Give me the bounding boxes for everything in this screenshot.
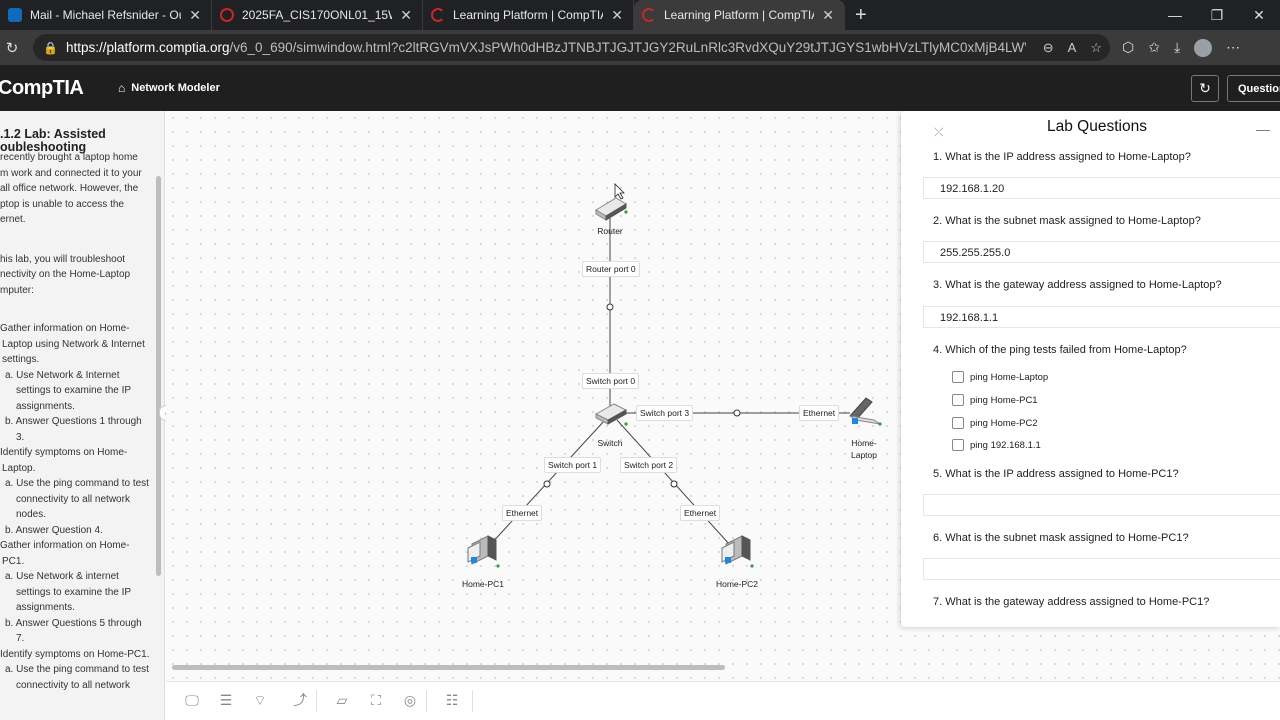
minimize-panel-icon[interactable]: — [1256,121,1270,137]
checkbox[interactable] [952,439,964,451]
answer-1-input[interactable]: 192.168.1.20 [923,177,1280,199]
switch-label: Switch [597,438,623,448]
laptop-label-line: Home- [851,438,877,448]
canvas-horizontal-scrollbar[interactable] [172,665,725,670]
answer-3-input[interactable]: 192.168.1.1 [923,306,1280,328]
question-3: 3. What is the gateway address assigned … [933,279,1222,291]
pc2-label: Home-PC2 [715,579,759,589]
note-tool-icon[interactable]: ▱ [332,690,352,710]
checkbox[interactable] [952,371,964,383]
q4-option-3[interactable]: ping Home-PC2 [952,417,1038,429]
router-icon[interactable] [595,197,628,221]
link-midpoint-handle[interactable] [543,480,551,488]
router-port-label: Router port 0 [582,261,640,277]
laptop-label-line: Laptop [851,450,877,460]
q4-option-1[interactable]: ping Home-Laptop [952,371,1048,383]
answer-2-input[interactable]: 255.255.255.0 [923,241,1280,263]
question-6: 6. What is the subnet mask assigned to H… [933,532,1189,544]
laptop-icon[interactable] [849,397,882,426]
switch-icon[interactable] [594,403,628,426]
pc1-label: Home-PC1 [461,579,505,589]
lab-questions-title: Lab Questions [1047,118,1147,135]
switch-port-3-label: Switch port 3 [636,405,694,421]
question-4: 4. Which of the ping tests failed from H… [933,344,1187,356]
q4-option-2[interactable]: ping Home-PC1 [952,394,1038,406]
canvas-toolbar: 🖵 ☰ ⌔ ⤴ ▱ ⛶ ◎ ☷ [166,681,1280,720]
pc2-ethernet-label: Ethernet [680,505,721,521]
switch-port-0-label: Switch port 0 [582,373,640,389]
add-server-icon[interactable]: ☰ [216,690,236,710]
router-label: Router [597,226,623,236]
question-7: 7. What is the gateway address assigned … [933,596,1210,608]
link-midpoint-handle[interactable] [606,303,614,311]
pc1-icon[interactable] [467,535,500,568]
collapse-icon[interactable]: ⤫ [934,125,944,140]
list-tool-icon[interactable]: ☷ [442,690,462,710]
add-computer-icon[interactable]: 🖵 [182,690,202,710]
q4-option-4[interactable]: ping 192.168.1.1 [952,439,1041,451]
lab-questions-panel: ⤫ Lab Questions — 1. What is the IP addr… [901,111,1280,627]
connect-tool-icon[interactable]: ⤴ [290,690,310,710]
option-label: ping Home-PC1 [970,394,1038,406]
link-midpoint-handle[interactable] [670,480,678,488]
switch-port-2-label: Switch port 2 [620,457,678,473]
answer-5-input[interactable] [923,494,1280,516]
question-5: 5. What is the IP address assigned to Ho… [933,468,1179,480]
select-area-icon[interactable]: ⛶ [366,690,386,710]
switch-port-1-label: Switch port 1 [544,457,602,473]
answer-6-input[interactable] [923,558,1280,580]
add-router-icon[interactable]: ⌔ [250,690,270,710]
link-midpoint-handle[interactable] [733,409,741,417]
option-label: ping Home-Laptop [970,371,1049,383]
checkbox[interactable] [952,417,964,429]
checkbox[interactable] [952,394,964,406]
option-label: ping 192.168.1.1 [970,439,1041,451]
laptop-ethernet-label: Ethernet [799,405,840,421]
laptop-label: Home- Laptop [844,438,884,460]
question-1: 1. What is the IP address assigned to Ho… [933,151,1191,163]
mouse-cursor-icon [614,183,625,200]
pc1-ethernet-label: Ethernet [502,505,543,521]
option-label: ping Home-PC2 [970,417,1038,429]
question-2: 2. What is the subnet mask assigned to H… [933,215,1201,227]
hide-icon[interactable]: ◎ [400,690,420,710]
